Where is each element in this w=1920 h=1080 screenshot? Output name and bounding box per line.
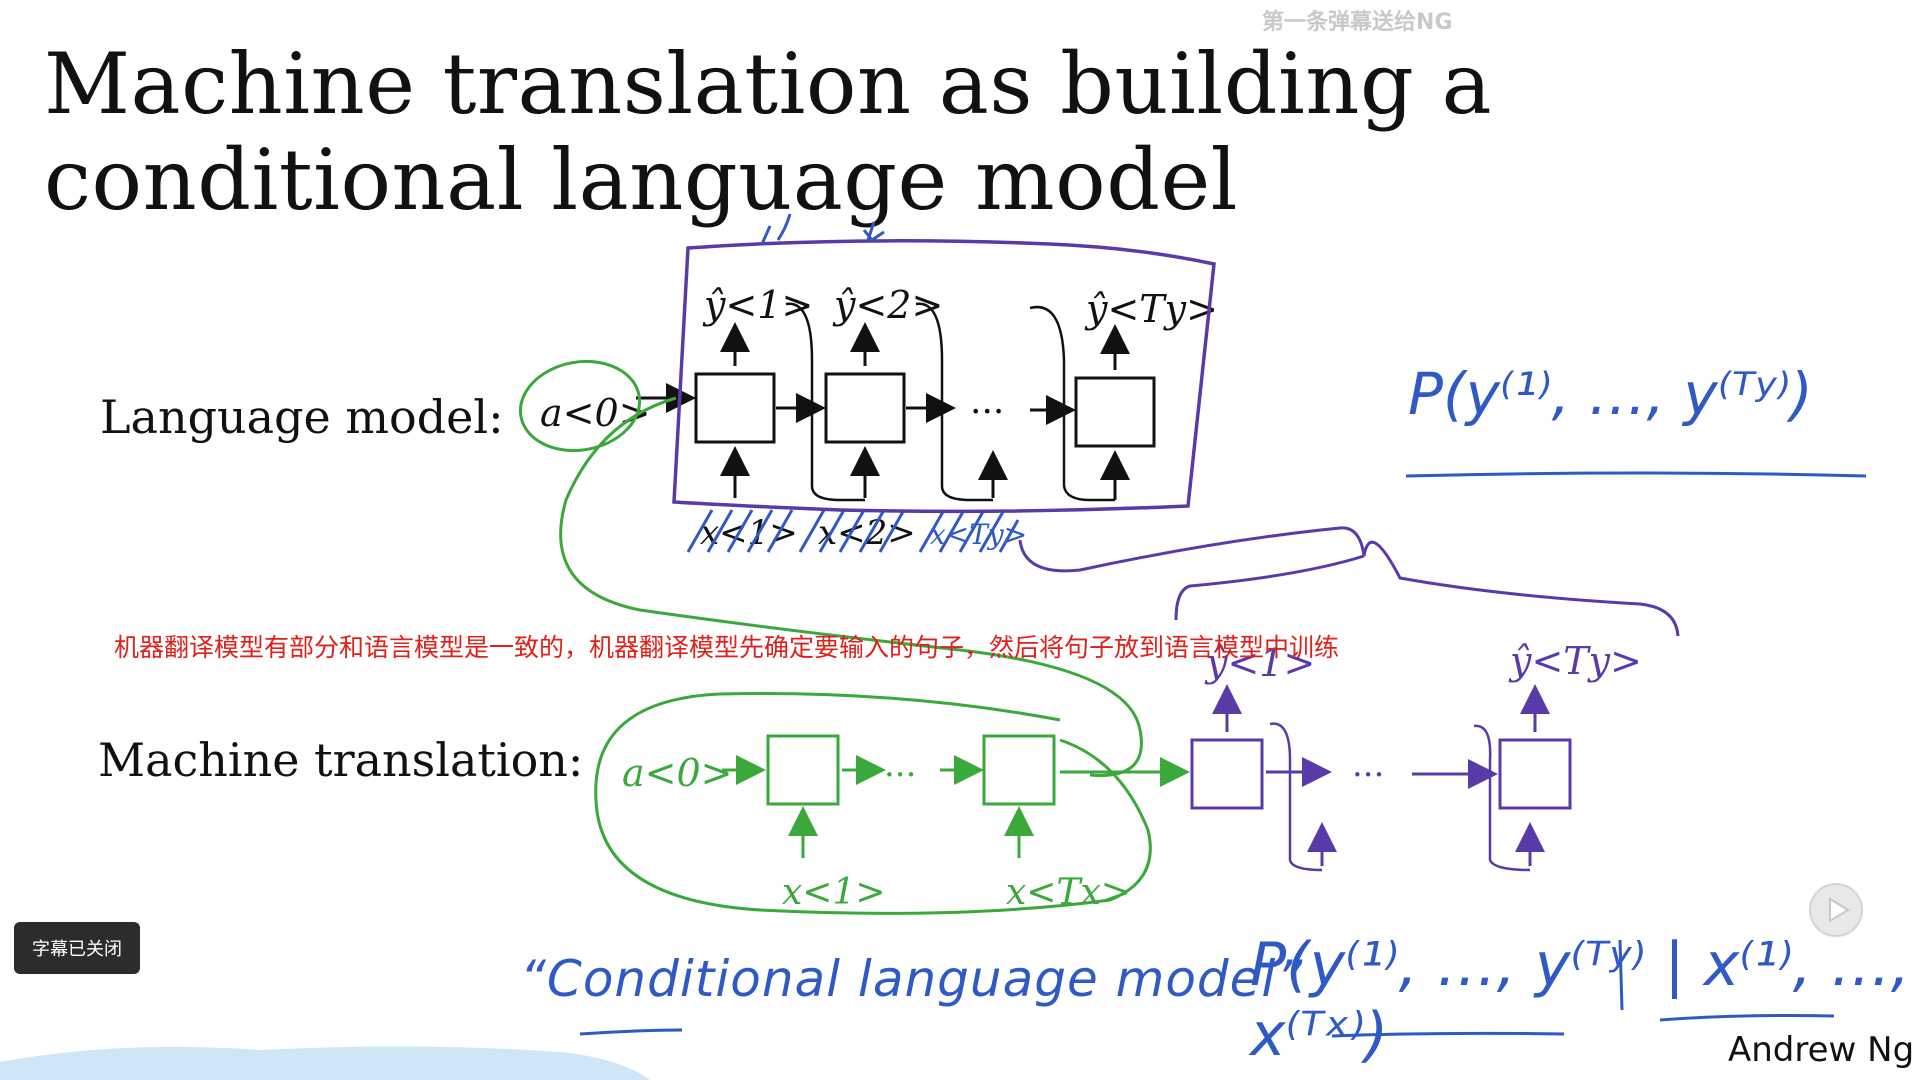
lm-a0: a<0> bbox=[540, 391, 651, 435]
mt-output-ty: ŷ<Ty> bbox=[1508, 639, 1642, 683]
ink-smudge bbox=[0, 1046, 650, 1080]
mt-encoder-dots: ··· bbox=[884, 755, 916, 795]
mt-decoder-cell-1 bbox=[1190, 738, 1264, 810]
mt-decoder-cell-ty bbox=[1498, 738, 1572, 810]
lm-output-ty: ŷ<Ty> bbox=[1084, 287, 1218, 331]
play-icon[interactable] bbox=[1808, 882, 1864, 938]
mt-encoder-cell-tx bbox=[982, 734, 1056, 806]
mt-decoder-dots: ··· bbox=[1352, 755, 1384, 795]
lm-decoder-box bbox=[672, 239, 1216, 514]
lm-cell-ty bbox=[1074, 376, 1156, 448]
mt-encoder-cell-1 bbox=[766, 734, 840, 806]
conditional-lm-note: “Conditional language model” bbox=[520, 950, 1304, 1008]
mt-encoder bbox=[722, 734, 1190, 858]
caption-toggle-button[interactable]: 字幕已关闭 bbox=[14, 922, 140, 974]
lm-cell-1 bbox=[694, 372, 776, 444]
caption-toggle-label: 字幕已关闭 bbox=[32, 939, 122, 960]
lm-cell-2 bbox=[824, 372, 906, 444]
subtitle-text: 机器翻译模型有部分和语言模型是一致的，机器翻译模型先确定要输入的句子，然后将句子… bbox=[114, 633, 1340, 662]
mt-input-1: x<1> bbox=[782, 872, 886, 913]
mt-input-tx: x<Tx> bbox=[1006, 872, 1131, 913]
lm-input-1: x<1> bbox=[700, 513, 798, 553]
rnn-diagram: ŷ<1> ŷ<2> ŷ<Ty> ··· a<0> x<1> x<2> x<Ty> bbox=[0, 213, 1867, 1080]
lm-rnn bbox=[636, 322, 1156, 500]
author-name: Andrew Ng bbox=[1728, 1030, 1915, 1070]
mt-a0: a<0> bbox=[622, 751, 733, 795]
lm-dots: ··· bbox=[970, 392, 1004, 433]
lm-input-2: x<2> bbox=[818, 513, 916, 553]
lm-probability-note: P(y⁽¹⁾, …, y⁽ᵀʸ⁾) bbox=[1408, 360, 1813, 428]
